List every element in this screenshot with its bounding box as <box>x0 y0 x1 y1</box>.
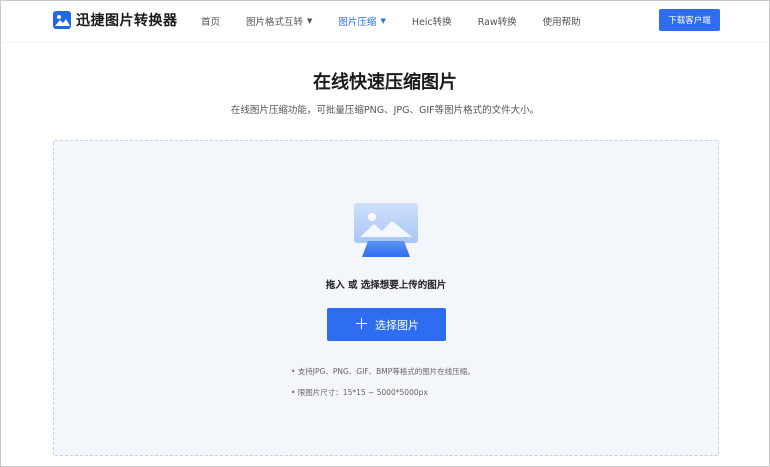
select-image-button[interactable]: ＋ 选择图片 <box>327 308 446 341</box>
image-upload-icon <box>278 203 494 277</box>
select-image-label: 选择图片 <box>375 318 419 332</box>
tip-size-limit: • 限图片尺寸：15*15 ~ 5000*5000px <box>291 388 428 397</box>
nav-item-image-compress[interactable]: 图片压缩 ▼ <box>338 14 385 28</box>
nav-item-label: 图片压缩 <box>338 17 377 28</box>
tip-supported-formats: • 支持JPG、PNG、GIF、BMP等格式的图片在线压缩。 <box>291 367 475 376</box>
chevron-down-icon: ▼ <box>380 17 386 25</box>
nav-item-label: 图片格式互转 <box>246 17 304 28</box>
upload-drop-zone[interactable]: 拖入 或 选择想要上传的图片 ＋ 选择图片 • 支持JPG、PNG、GIF、BM… <box>53 140 719 456</box>
app-logo[interactable]: 迅捷图片转换器 <box>53 10 178 30</box>
app-name: 迅捷图片转换器 <box>76 13 178 29</box>
nav-item-label: Heic转换 <box>411 17 452 28</box>
nav-item-format-convert[interactable]: 图片格式互转 ▼ <box>246 14 312 28</box>
nav-item-label: 首页 <box>201 17 221 28</box>
top-nav-bar: 迅捷图片转换器 首页 图片格式互转 ▼ 图片压缩 ▼ Heic转换 Raw转换 … <box>1 1 769 41</box>
nav-item-help[interactable]: 使用帮助 <box>543 14 581 28</box>
nav-item-raw-convert[interactable]: Raw转换 <box>478 14 517 28</box>
nav-item-heic-convert[interactable]: Heic转换 <box>412 14 452 28</box>
upload-tips: • 支持JPG、PNG、GIF、BMP等格式的图片在线压缩。 • 限图片尺寸：1… <box>291 366 475 408</box>
download-client-button[interactable]: 下载客户端 <box>659 9 720 31</box>
nav-item-home[interactable]: 首页 <box>201 14 220 28</box>
nav-item-label: 使用帮助 <box>542 17 581 28</box>
chevron-down-icon: ▼ <box>307 17 313 25</box>
page-subtitle: 在线图片压缩功能，可批量压缩PNG、JPG、GIF等图片格式的文件大小。 <box>230 105 540 116</box>
plus-icon: ＋ <box>353 315 369 333</box>
nav-item-label: Raw转换 <box>477 17 517 28</box>
image-icon <box>53 11 71 29</box>
drop-instruction: 拖入 或 选择想要上传的图片 <box>325 280 447 291</box>
page-title: 在线快速压缩图片 <box>313 72 457 93</box>
main-nav: 首页 图片格式互转 ▼ 图片压缩 ▼ Heic转换 Raw转换 使用帮助 <box>201 1 607 41</box>
